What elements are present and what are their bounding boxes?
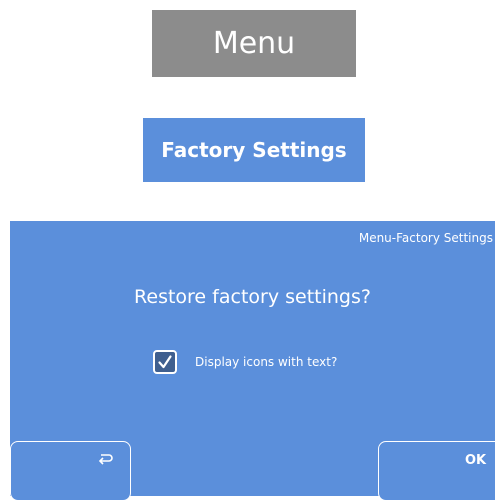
back-button[interactable] — [10, 441, 131, 501]
ok-button[interactable]: OK — [378, 441, 495, 501]
checkmark-icon — [158, 355, 172, 369]
display-icons-checkbox[interactable] — [153, 350, 177, 374]
factory-settings-label: Factory Settings — [161, 138, 347, 162]
restore-question: Restore factory settings? — [134, 286, 371, 308]
ok-button-label: OK — [465, 453, 487, 468]
factory-settings-button[interactable]: Factory Settings — [143, 118, 365, 182]
factory-settings-dialog: Menu-Factory Settings Restore factory se… — [10, 221, 495, 501]
menu-button-label: Menu — [212, 26, 296, 61]
return-icon — [98, 454, 113, 465]
menu-button[interactable]: Menu — [152, 10, 356, 77]
dialog-title: Menu-Factory Settings — [358, 231, 493, 245]
display-icons-option: Display icons with text? — [153, 350, 337, 374]
display-icons-label: Display icons with text? — [195, 355, 338, 369]
